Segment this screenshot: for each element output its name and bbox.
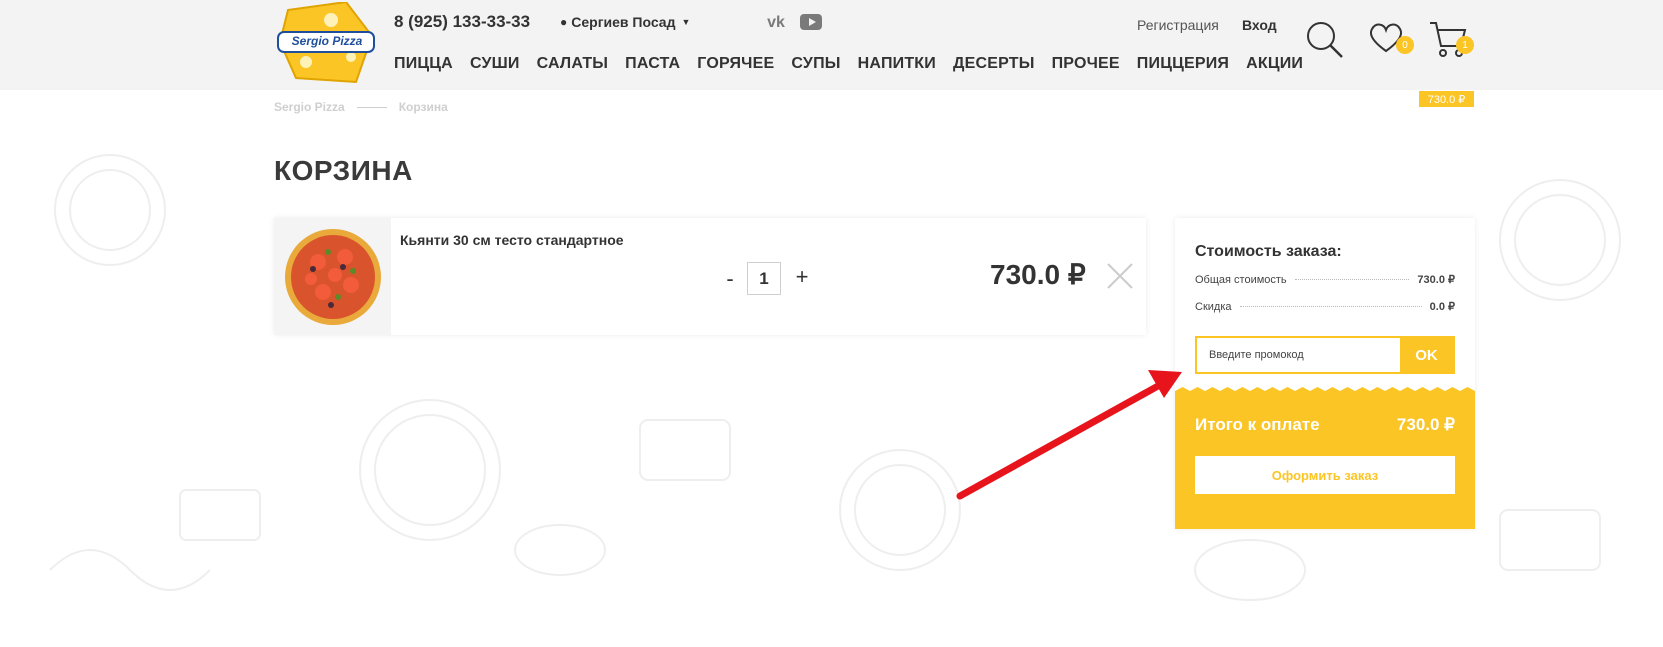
- nav-item-salads[interactable]: САЛАТЫ: [537, 55, 609, 73]
- breadcrumb-home[interactable]: Sergio Pizza: [274, 100, 345, 114]
- quantity-decrease-button[interactable]: -: [720, 266, 740, 292]
- nav-item-promos[interactable]: АКЦИИ: [1246, 55, 1303, 73]
- favorites-count-badge: 0: [1396, 36, 1414, 54]
- dotted-leader: [1294, 279, 1410, 280]
- product-name[interactable]: Кьянти 30 см тесто стандартное: [400, 232, 624, 248]
- total-payment-box: Итого к оплате 730.0 ₽ Оформить заказ: [1175, 387, 1475, 529]
- dotted-leader: [1239, 306, 1422, 307]
- nav-item-drinks[interactable]: НАПИТКИ: [858, 55, 936, 73]
- nav-item-sushi[interactable]: СУШИ: [470, 55, 520, 73]
- zigzag-edge: [1175, 387, 1475, 395]
- city-selector[interactable]: ● Сергиев Посад ▼: [560, 14, 690, 30]
- location-pin-icon: ●: [560, 15, 568, 29]
- pay-total-value: 730.0 ₽: [1396, 415, 1455, 434]
- register-link[interactable]: Регистрация: [1137, 17, 1219, 33]
- cart-button[interactable]: 1: [1428, 20, 1474, 60]
- total-cost-label: Общая стоимость: [1195, 273, 1287, 286]
- search-icon[interactable]: [1305, 20, 1345, 60]
- login-link[interactable]: Вход: [1242, 17, 1277, 33]
- close-icon: [1107, 263, 1133, 289]
- vk-icon[interactable]: vk: [763, 14, 789, 32]
- site-header: Sergio Pizza 8 (925) 133-33-33 ● Сергиев…: [0, 0, 1663, 90]
- quantity-field[interactable]: 1: [747, 262, 781, 295]
- nav-item-hot[interactable]: ГОРЯЧЕЕ: [697, 55, 774, 73]
- youtube-icon[interactable]: [800, 14, 822, 30]
- breadcrumb-current: Корзина: [398, 100, 448, 114]
- nav-item-desserts[interactable]: ДЕСЕРТЫ: [953, 55, 1035, 73]
- promo-ok-button[interactable]: OK: [1400, 338, 1453, 372]
- favorites-button[interactable]: 0: [1368, 22, 1414, 58]
- promo-code-form: OK: [1195, 336, 1455, 374]
- chevron-down-icon: ▼: [681, 17, 691, 27]
- logo-text: Sergio Pizza: [291, 34, 363, 48]
- mini-cart-total: 730.0 ₽: [1419, 91, 1474, 107]
- promo-code-input[interactable]: [1197, 338, 1400, 372]
- nav-item-pizza[interactable]: ПИЦЦА: [394, 55, 453, 73]
- nav-item-soups[interactable]: СУПЫ: [791, 55, 840, 73]
- item-price: 730.0 ₽: [990, 259, 1086, 290]
- product-image: [274, 218, 391, 335]
- checkout-button[interactable]: Оформить заказ: [1195, 456, 1455, 494]
- summary-title: Стоимость заказа:: [1195, 243, 1342, 260]
- quantity-increase-button[interactable]: +: [792, 264, 812, 290]
- phone-number[interactable]: 8 (925) 133-33-33: [394, 12, 530, 32]
- pay-total-label: Итого к оплате: [1195, 415, 1320, 434]
- order-summary: Стоимость заказа: Общая стоимость 730.0 …: [1175, 218, 1475, 529]
- page-title: КОРЗИНА: [274, 155, 413, 186]
- breadcrumb-separator: [356, 106, 387, 108]
- city-label: Сергиев Посад: [571, 14, 676, 30]
- breadcrumb: Sergio Pizza Корзина: [274, 100, 448, 114]
- cart-item: Кьянти 30 см тесто стандартное - 1 + 730…: [274, 218, 1146, 335]
- discount-row: Скидка 0.0 ₽: [1195, 300, 1455, 314]
- sergio-pizza-logo[interactable]: Sergio Pizza: [276, 0, 376, 84]
- nav-item-pasta[interactable]: ПАСТА: [625, 55, 680, 73]
- total-cost-value: 730.0 ₽: [1417, 274, 1455, 286]
- discount-value: 0.0 ₽: [1429, 301, 1455, 313]
- cart-count-badge: 1: [1456, 36, 1474, 54]
- remove-item-button[interactable]: [1106, 262, 1134, 290]
- main-nav: ПИЦЦА СУШИ САЛАТЫ ПАСТА ГОРЯЧЕЕ СУПЫ НАП…: [394, 55, 1320, 73]
- nav-item-pizzeria[interactable]: ПИЦЦЕРИЯ: [1137, 55, 1229, 73]
- nav-item-other[interactable]: ПРОЧЕЕ: [1052, 55, 1120, 73]
- discount-label: Скидка: [1195, 300, 1232, 313]
- total-cost-row: Общая стоимость 730.0 ₽: [1195, 273, 1455, 287]
